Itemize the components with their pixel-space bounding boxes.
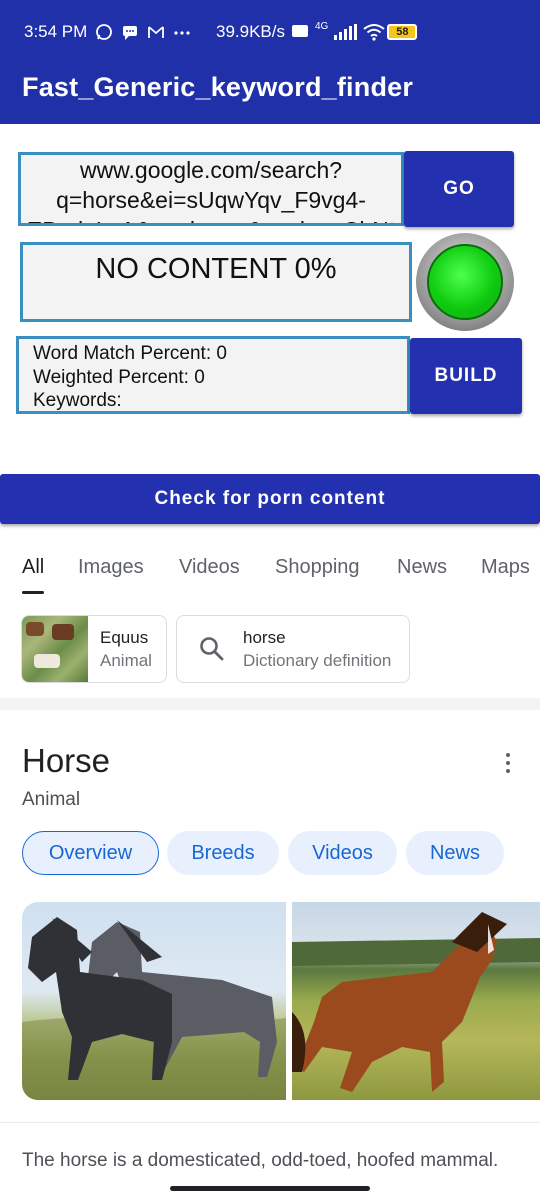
tab-shopping[interactable]: Shopping: [275, 556, 360, 579]
url-text: www.google.com/search?q=horse&ei=sUqwYqv…: [27, 157, 395, 223]
wifi-icon: [363, 23, 385, 41]
network-type: 4G: [315, 20, 329, 32]
knowledge-panel-subtitle: Animal: [22, 789, 81, 810]
chip-dictionary[interactable]: horse Dictionary definition: [176, 615, 410, 683]
tab-videos[interactable]: Videos: [179, 556, 240, 579]
chip-subtitle: Animal: [100, 651, 152, 670]
tab-news[interactable]: News: [397, 556, 447, 579]
knowledge-panel-title: Horse: [22, 742, 111, 779]
volte-icon: [291, 23, 309, 41]
go-button[interactable]: GO: [404, 151, 514, 227]
pill-breeds[interactable]: Breeds: [167, 831, 279, 875]
battery-level: 58: [396, 26, 409, 38]
check-content-button[interactable]: Check for porn content: [0, 474, 540, 524]
signal-icon: [334, 24, 358, 40]
chip-title: horse: [243, 628, 286, 647]
gesture-nav-handle[interactable]: [170, 1186, 370, 1191]
search-icon: [200, 637, 224, 661]
indicator-lamp: [427, 244, 503, 320]
section-divider: [0, 698, 540, 710]
chip-equus[interactable]: Equus Animal: [21, 615, 167, 683]
knowledge-panel-description: The horse is a domesticated, odd-toed, h…: [22, 1150, 499, 1171]
status-indicator-light: [416, 233, 514, 331]
app-title: Fast_Generic_keyword_finder: [22, 72, 414, 102]
more-dots-icon: [173, 23, 191, 41]
chip-title: Equus: [100, 628, 149, 647]
pill-news[interactable]: News: [406, 831, 504, 875]
url-input[interactable]: www.google.com/search?q=horse&ei=sUqwYqv…: [18, 152, 404, 226]
divider: [0, 1122, 540, 1123]
network-speed: 39.9KB/s: [216, 22, 285, 41]
content-status-text: NO CONTENT 0%: [95, 253, 337, 285]
app-bar: Fast_Generic_keyword_finder: [0, 60, 540, 124]
status-time: 3:54 PM: [24, 22, 88, 41]
status-bar: 3:54 PM 39.9KB/s 4G 58: [0, 0, 540, 60]
tab-images[interactable]: Images: [78, 556, 144, 579]
tab-maps[interactable]: Maps: [481, 556, 530, 579]
horse-image-brown[interactable]: [292, 902, 540, 1100]
equus-thumbnail: [22, 616, 88, 682]
word-match-percent: Word Match Percent: 0: [33, 343, 227, 364]
build-button[interactable]: BUILD: [410, 338, 522, 414]
weighted-percent: Weighted Percent: 0: [33, 366, 205, 388]
keywords-label: Keywords:: [33, 390, 122, 411]
battery-icon: 58: [387, 24, 418, 40]
stats-box: Word Match Percent: 0 Weighted Percent: …: [16, 336, 410, 414]
more-options-icon[interactable]: [496, 748, 520, 778]
message-icon: [121, 23, 139, 41]
horse-image-grey[interactable]: [22, 902, 286, 1100]
chip-subtitle: Dictionary definition: [243, 651, 392, 670]
content-status-box: NO CONTENT 0%: [20, 242, 412, 322]
whatsapp-icon: [95, 23, 113, 41]
google-tabs: All Images Videos Shopping News Maps: [0, 548, 540, 598]
tab-all[interactable]: All: [22, 556, 45, 594]
pill-videos[interactable]: Videos: [288, 831, 397, 875]
pill-overview[interactable]: Overview: [22, 831, 159, 875]
gmail-icon: [147, 23, 165, 41]
